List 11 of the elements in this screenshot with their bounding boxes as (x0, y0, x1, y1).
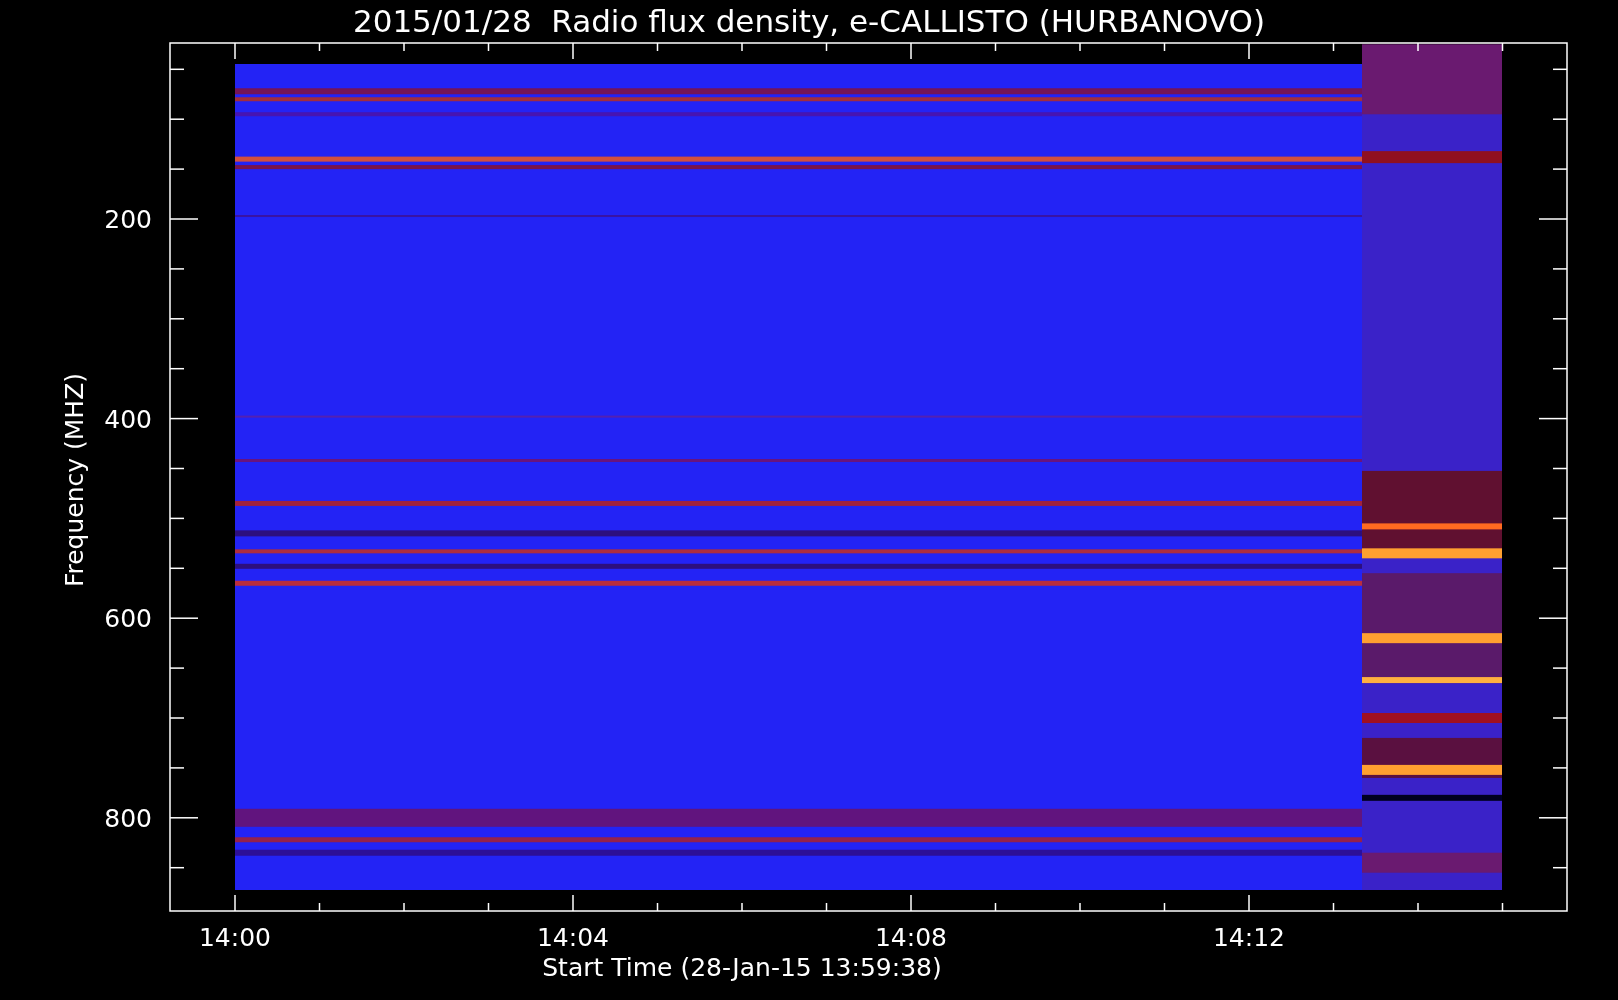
x-tick-label: 14:12 (1213, 923, 1285, 952)
y-axis-label: Frequency (MHZ) (60, 372, 89, 588)
x-tick-label: 14:00 (199, 923, 271, 952)
x-tick-label: 14:04 (537, 923, 609, 952)
y-tick-label: 800 (104, 803, 152, 833)
y-tick-label: 400 (104, 404, 152, 434)
x-axis-label: Start Time (28-Jan-15 13:59:38) (542, 953, 942, 982)
x-tick-label: 14:08 (875, 923, 947, 952)
y-tick-label: 600 (104, 604, 152, 634)
y-tick-label: 200 (104, 205, 152, 234)
chart-title: 2015/01/28 Radio flux density, e-CALLISTO (HURBANOVO) (352, 2, 1266, 41)
